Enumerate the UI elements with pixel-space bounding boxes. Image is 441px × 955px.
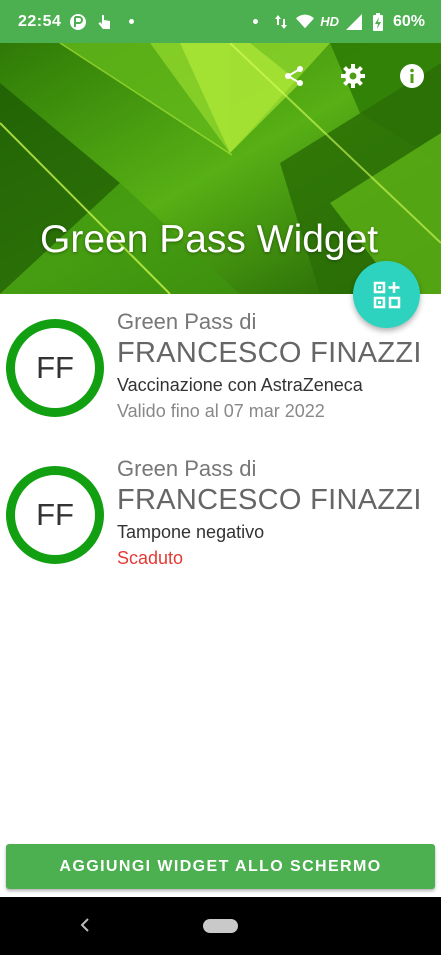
home-pill[interactable] [203,919,238,933]
touch-icon [95,13,113,31]
navigation-bar [0,897,441,955]
wifi-icon [296,13,315,31]
page-title: Green Pass Widget [40,218,379,261]
status-right: HD 60% [245,12,425,31]
battery-charging-icon [369,12,387,31]
signal-icon [345,13,363,31]
dot-icon [253,19,259,24]
list-item[interactable]: FF Green Pass di FRANCESCO FINAZZI Tampo… [0,452,441,592]
pass-type: Vaccinazione con AstraZeneca [117,375,363,395]
settings-icon[interactable] [340,63,366,89]
status-left: 22:54 [18,13,142,31]
pass-status: Valido fino al 07 mar 2022 [117,401,325,421]
pass-status: Scaduto [117,548,184,568]
share-icon[interactable] [281,63,307,89]
pass-label: Green Pass di [117,456,257,481]
pass-type: Tampone negativo [117,522,265,542]
header-actions [281,63,425,89]
back-icon[interactable] [78,915,94,935]
add-qr-button[interactable] [353,261,420,328]
pass-name: FRANCESCO FINAZZI [117,337,422,369]
header: Green Pass Widget [0,43,441,294]
app-notification-icon [69,13,87,31]
data-arrows-icon [272,13,290,31]
info-icon[interactable] [399,63,425,89]
avatar: FF [6,466,104,564]
network-label: HD [320,14,339,29]
battery-level: 60% [392,12,425,30]
status-time: 22:54 [18,12,62,30]
pass-text: Green Pass di FRANCESCO FINAZZI Tampone … [117,456,422,571]
dot-icon [129,19,135,24]
status-bar: 22:54 HD 60% [0,0,441,43]
avatar: FF [6,319,104,417]
add-widget-button[interactable]: AGGIUNGI WIDGET ALLO SCHERMO [6,844,435,889]
qr-add-icon [373,281,400,308]
pass-name: FRANCESCO FINAZZI [117,484,422,516]
